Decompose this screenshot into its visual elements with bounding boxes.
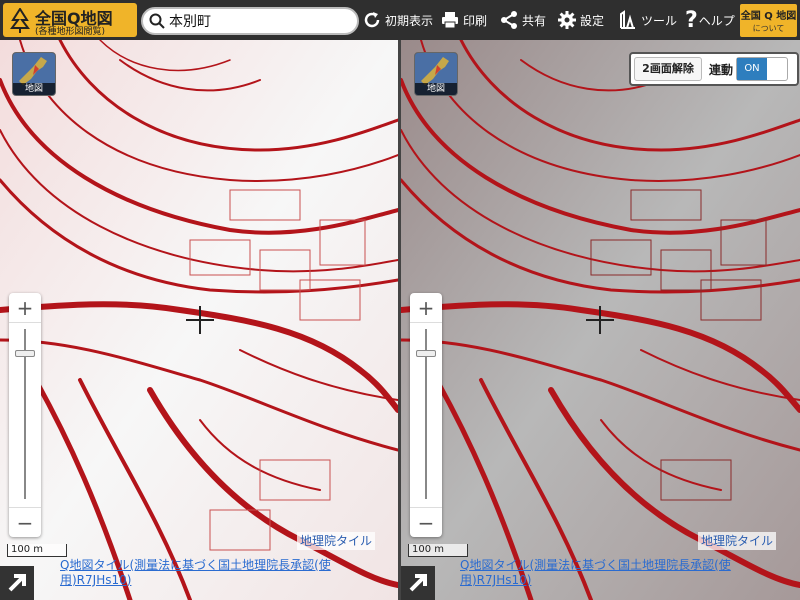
tools-button[interactable]: ツール [618, 6, 677, 34]
share-icon [501, 11, 517, 29]
help-icon: ? [685, 7, 698, 33]
reset-view-label: 初期表示 [385, 13, 434, 28]
print-label: 印刷 [463, 13, 488, 28]
scale-bar: 100 m [7, 544, 67, 557]
sync-state: ON [737, 58, 767, 80]
zoom-in-button[interactable]: + [410, 293, 442, 323]
layer-switch-button-right[interactable]: 地図 [414, 52, 458, 96]
about-button[interactable]: 全国 Q 地図 について [740, 4, 797, 37]
refresh-icon [364, 12, 380, 28]
gear-icon [558, 11, 576, 29]
expand-arrow-icon [8, 574, 26, 592]
layer-label: 地図 [415, 83, 457, 95]
search-input[interactable] [169, 11, 349, 31]
zoom-in-button[interactable]: + [9, 293, 41, 323]
attribution-link[interactable]: Q地図タイル(測量法に基づく国土地理院長承認(使用)R7JHs10) [60, 558, 390, 588]
tile-attribution[interactable]: 地理院タイル [297, 532, 376, 550]
layer-label: 地図 [13, 83, 55, 95]
help-button[interactable]: ? ヘルプ [685, 6, 735, 34]
scale-bar-right: 100 m [408, 544, 468, 557]
zoom-out-button[interactable]: − [410, 507, 442, 537]
exit-split-button[interactable]: 2画面解除 [634, 57, 702, 81]
expand-arrow-icon [409, 574, 427, 592]
printer-icon [442, 12, 458, 29]
app-logo[interactable]: 全国Q地図 (各種地形図閲覧) [3, 3, 137, 37]
layer-switch-button[interactable]: 地図 [12, 52, 56, 96]
attribution-link-right[interactable]: Q地図タイル(測量法に基づく国土地理院長承認(使用)R7JHs10) [460, 558, 790, 588]
split-controls: 2画面解除 連動 ON [629, 52, 799, 86]
left-map-pane[interactable]: 地図 + − 100 m 地理院タイル Q地図タイル(測量法に基づく国土地理院長… [0, 40, 398, 600]
settings-button[interactable]: 設定 [557, 6, 604, 34]
share-label: 共有 [522, 13, 547, 28]
tree-logo-icon [10, 8, 30, 33]
print-button[interactable]: 印刷 [440, 6, 487, 34]
toolbar: 全国Q地図 (各種地形図閲覧) 初期表示 印刷 共有 [0, 0, 800, 40]
zoom-slider-handle[interactable] [15, 350, 35, 357]
sync-label: 連動 [709, 63, 734, 77]
zoom-slider-handle[interactable] [416, 350, 436, 357]
zoom-control-right: + − [410, 293, 442, 537]
reset-view-button[interactable]: 初期表示 [362, 6, 433, 34]
about-title: 全国 Q 地図 [740, 11, 797, 22]
help-label: ヘルプ [698, 13, 735, 28]
share-button[interactable]: 共有 [499, 6, 546, 34]
search-box [141, 7, 359, 35]
expand-button-right[interactable] [401, 566, 435, 600]
relief-map-right[interactable] [401, 40, 800, 600]
expand-button[interactable] [0, 566, 34, 600]
zoom-control: + − [9, 293, 41, 537]
tool-icon [620, 10, 635, 29]
right-map-pane[interactable]: 地図 2画面解除 連動 ON + − 100 m 地理院タイル Q地図タイル(測… [401, 40, 800, 600]
settings-label: 設定 [580, 13, 605, 28]
about-subtitle: について [752, 24, 785, 33]
tile-attribution-right[interactable]: 地理院タイル [698, 532, 777, 550]
search-icon[interactable] [149, 13, 165, 29]
sync-toggle[interactable]: ON [736, 57, 788, 81]
logo-subtitle: (各種地形図閲覧) [35, 27, 106, 37]
relief-map-left[interactable] [0, 40, 398, 600]
zoom-out-button[interactable]: − [9, 507, 41, 537]
tools-label: ツール [641, 13, 678, 28]
